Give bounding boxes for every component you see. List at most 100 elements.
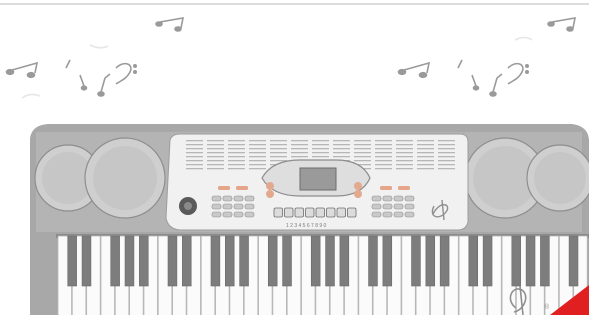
panel-button[interactable] bbox=[211, 195, 222, 202]
black-key[interactable] bbox=[182, 235, 192, 287]
black-key[interactable] bbox=[525, 235, 536, 287]
black-key[interactable] bbox=[540, 235, 550, 287]
panel-button[interactable] bbox=[382, 195, 393, 202]
number-button[interactable] bbox=[273, 207, 283, 218]
panel-button[interactable] bbox=[393, 211, 404, 218]
panel-button[interactable] bbox=[211, 203, 222, 210]
number-button[interactable] bbox=[294, 207, 304, 218]
voice-list-line bbox=[438, 164, 455, 166]
function-button[interactable] bbox=[236, 186, 248, 190]
black-key[interactable] bbox=[124, 235, 135, 287]
voice-list-line bbox=[228, 140, 245, 142]
panel-button[interactable] bbox=[244, 203, 255, 210]
black-key[interactable] bbox=[411, 235, 421, 287]
number-button[interactable] bbox=[305, 207, 315, 218]
corner-mark: ® bbox=[544, 303, 550, 311]
panel-button[interactable] bbox=[222, 203, 233, 210]
number-button[interactable] bbox=[326, 207, 336, 218]
voice-list-line bbox=[228, 168, 245, 170]
voice-list-line bbox=[186, 156, 203, 158]
black-key[interactable] bbox=[282, 235, 292, 287]
panel-button[interactable] bbox=[404, 203, 415, 210]
black-key[interactable] bbox=[439, 235, 450, 287]
panel-button[interactable] bbox=[371, 211, 382, 218]
panel-button[interactable] bbox=[371, 203, 382, 210]
black-key[interactable] bbox=[81, 235, 92, 287]
voice-list-line bbox=[438, 156, 455, 158]
voice-list-line bbox=[438, 168, 455, 170]
function-button[interactable] bbox=[218, 186, 230, 190]
voice-list-line bbox=[438, 148, 455, 150]
control-panel: 1 2 3 4 5 6 7 8 9 0 bbox=[165, 133, 469, 231]
panel-button[interactable] bbox=[222, 195, 233, 202]
voice-list-line bbox=[354, 140, 371, 142]
panel-button[interactable] bbox=[222, 211, 233, 218]
black-key[interactable] bbox=[368, 235, 378, 287]
panel-button[interactable] bbox=[393, 203, 404, 210]
black-key[interactable] bbox=[339, 235, 350, 287]
voice-list-line bbox=[291, 152, 308, 154]
indicator-right-2 bbox=[354, 190, 362, 198]
black-key[interactable] bbox=[325, 235, 335, 287]
black-key[interactable] bbox=[167, 235, 178, 287]
black-key[interactable] bbox=[468, 235, 479, 287]
function-button[interactable] bbox=[398, 186, 410, 190]
panel-button[interactable] bbox=[244, 211, 255, 218]
indicator-left-2 bbox=[266, 190, 274, 198]
number-button[interactable] bbox=[347, 207, 357, 218]
panel-button[interactable] bbox=[382, 211, 393, 218]
black-key[interactable] bbox=[225, 235, 235, 287]
voice-list-line bbox=[228, 144, 245, 146]
panel-button[interactable] bbox=[211, 211, 222, 218]
voice-list-line bbox=[228, 152, 245, 154]
panel-button[interactable] bbox=[244, 195, 255, 202]
voice-list-line bbox=[375, 152, 392, 154]
voice-list-line bbox=[228, 156, 245, 158]
function-button[interactable] bbox=[380, 186, 392, 190]
black-key[interactable] bbox=[110, 235, 120, 287]
speaker-right bbox=[464, 137, 589, 219]
number-button[interactable] bbox=[315, 207, 325, 218]
black-key[interactable] bbox=[210, 235, 221, 287]
voice-list-line bbox=[417, 140, 434, 142]
voice-list-line bbox=[396, 148, 413, 150]
voice-list-line bbox=[396, 168, 413, 170]
black-key[interactable] bbox=[67, 235, 77, 287]
voice-list-line bbox=[207, 156, 224, 158]
panel-button[interactable] bbox=[404, 195, 415, 202]
voice-list-line bbox=[249, 168, 266, 170]
voice-list-line bbox=[291, 156, 308, 158]
panel-button[interactable] bbox=[233, 211, 244, 218]
black-key[interactable] bbox=[139, 235, 149, 287]
panel-button[interactable] bbox=[371, 195, 382, 202]
black-key[interactable] bbox=[511, 235, 521, 287]
voice-list-line bbox=[417, 168, 434, 170]
black-key[interactable] bbox=[310, 235, 321, 287]
voice-list-line bbox=[417, 148, 434, 150]
black-key[interactable] bbox=[482, 235, 493, 287]
voice-list-line bbox=[375, 168, 392, 170]
voice-list-line bbox=[396, 160, 413, 162]
black-key[interactable] bbox=[382, 235, 393, 287]
panel-button[interactable] bbox=[233, 203, 244, 210]
black-key[interactable] bbox=[239, 235, 249, 287]
voice-list-line bbox=[249, 164, 266, 166]
panel-button[interactable] bbox=[382, 203, 393, 210]
number-button[interactable] bbox=[284, 207, 294, 218]
voice-list-line bbox=[375, 144, 392, 146]
black-key[interactable] bbox=[425, 235, 436, 287]
voice-list-line bbox=[207, 168, 224, 170]
black-key[interactable] bbox=[568, 235, 579, 287]
number-button[interactable] bbox=[336, 207, 346, 218]
voice-list-line bbox=[417, 144, 434, 146]
black-key[interactable] bbox=[267, 235, 278, 287]
panel-button[interactable] bbox=[393, 195, 404, 202]
indicator-left bbox=[266, 182, 274, 190]
voice-list-line bbox=[186, 144, 203, 146]
speaker-left bbox=[34, 137, 166, 219]
panel-button[interactable] bbox=[404, 211, 415, 218]
voice-list-line bbox=[333, 148, 350, 150]
panel-button[interactable] bbox=[233, 195, 244, 202]
voice-list-line bbox=[207, 160, 224, 162]
voice-list-line bbox=[375, 160, 392, 162]
